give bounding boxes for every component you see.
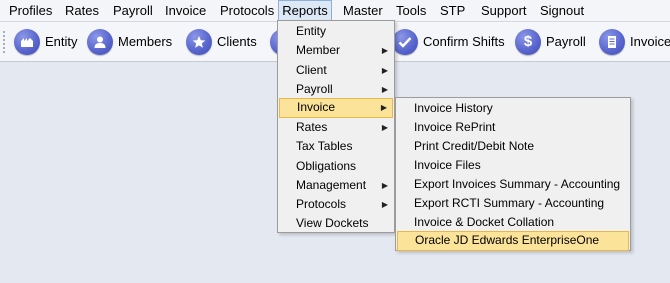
chevron-right-icon: ▶: [381, 46, 388, 55]
payroll-button[interactable]: $ Payroll: [515, 27, 586, 56]
menu-payroll[interactable]: Payroll: [110, 0, 156, 21]
document-icon: [599, 28, 625, 55]
invoice-item-files[interactable]: Invoice Files: [397, 156, 629, 175]
menu-support[interactable]: Support: [478, 0, 530, 21]
menu-tools[interactable]: Tools: [393, 0, 429, 21]
invoice-item-export-invoices-summary[interactable]: Export Invoices Summary - Accounting: [397, 175, 629, 194]
star-icon: [186, 28, 212, 55]
reports-item-obligations[interactable]: Obligations: [279, 157, 393, 176]
menu-master[interactable]: Master: [340, 0, 386, 21]
members-button[interactable]: Members: [87, 27, 172, 56]
user-icon: [87, 28, 113, 55]
payroll-label: Payroll: [546, 34, 586, 49]
reports-item-tax-tables[interactable]: Tax Tables: [279, 137, 393, 156]
confirm-shifts-button[interactable]: Confirm Shifts: [392, 27, 505, 56]
menu-signout[interactable]: Signout: [537, 0, 587, 21]
invoice-item-credit-debit-note[interactable]: Print Credit/Debit Note: [397, 137, 629, 156]
invoice-label: Invoice: [630, 34, 670, 49]
reports-item-view-dockets[interactable]: View Dockets: [279, 214, 393, 233]
invoice-button[interactable]: Invoice: [599, 27, 670, 56]
clients-label: Clients: [217, 34, 257, 49]
confirm-shifts-label: Confirm Shifts: [423, 34, 505, 49]
reports-item-entity[interactable]: Entity: [279, 22, 393, 41]
invoice-item-reprint[interactable]: Invoice RePrint: [397, 118, 629, 137]
reports-item-protocols[interactable]: Protocols ▶: [279, 195, 393, 214]
chevron-right-icon: ▶: [381, 85, 388, 94]
building-icon: [14, 28, 40, 55]
invoice-item-export-rcti-summary[interactable]: Export RCTI Summary - Accounting: [397, 194, 629, 213]
menu-protocols[interactable]: Protocols: [217, 0, 277, 21]
check-icon: [392, 28, 418, 55]
members-label: Members: [118, 34, 173, 49]
menu-profiles[interactable]: Profiles: [6, 0, 55, 21]
chevron-right-icon: ▶: [381, 200, 388, 209]
menu-stp[interactable]: STP: [437, 0, 468, 21]
reports-item-client[interactable]: Client ▶: [279, 61, 393, 80]
reports-item-invoice[interactable]: Invoice ▶: [279, 98, 393, 118]
reports-item-management[interactable]: Management ▶: [279, 176, 393, 195]
dollar-icon: $: [515, 28, 541, 55]
invoice-item-oracle-jde[interactable]: Oracle JD Edwards EnterpriseOne: [397, 231, 629, 251]
chevron-right-icon: ▶: [381, 66, 388, 75]
chevron-right-icon: ▶: [381, 181, 388, 190]
reports-item-payroll[interactable]: Payroll ▶: [279, 80, 393, 99]
invoice-item-docket-collation[interactable]: Invoice & Docket Collation: [397, 213, 629, 232]
chevron-right-icon: ▶: [380, 103, 387, 112]
chevron-right-icon: ▶: [381, 123, 388, 132]
menu-bar: Profiles Rates Payroll Invoice Protocols…: [0, 0, 670, 22]
menu-invoice[interactable]: Invoice: [162, 0, 209, 21]
menu-reports[interactable]: Reports: [278, 0, 332, 21]
reports-dropdown: Entity Member ▶ Client ▶ Payroll ▶ Invoice ▶…: [277, 20, 395, 233]
toolbar-grip[interactable]: [3, 31, 8, 53]
entity-button[interactable]: Entity: [14, 27, 78, 56]
invoice-submenu: Invoice History Invoice RePrint Print Cr…: [395, 97, 631, 251]
menu-rates[interactable]: Rates: [62, 0, 102, 21]
reports-item-member[interactable]: Member ▶: [279, 41, 393, 60]
clients-button[interactable]: Clients: [186, 27, 257, 56]
reports-item-rates[interactable]: Rates ▶: [279, 118, 393, 137]
invoice-item-history[interactable]: Invoice History: [397, 99, 629, 118]
entity-label: Entity: [45, 34, 78, 49]
